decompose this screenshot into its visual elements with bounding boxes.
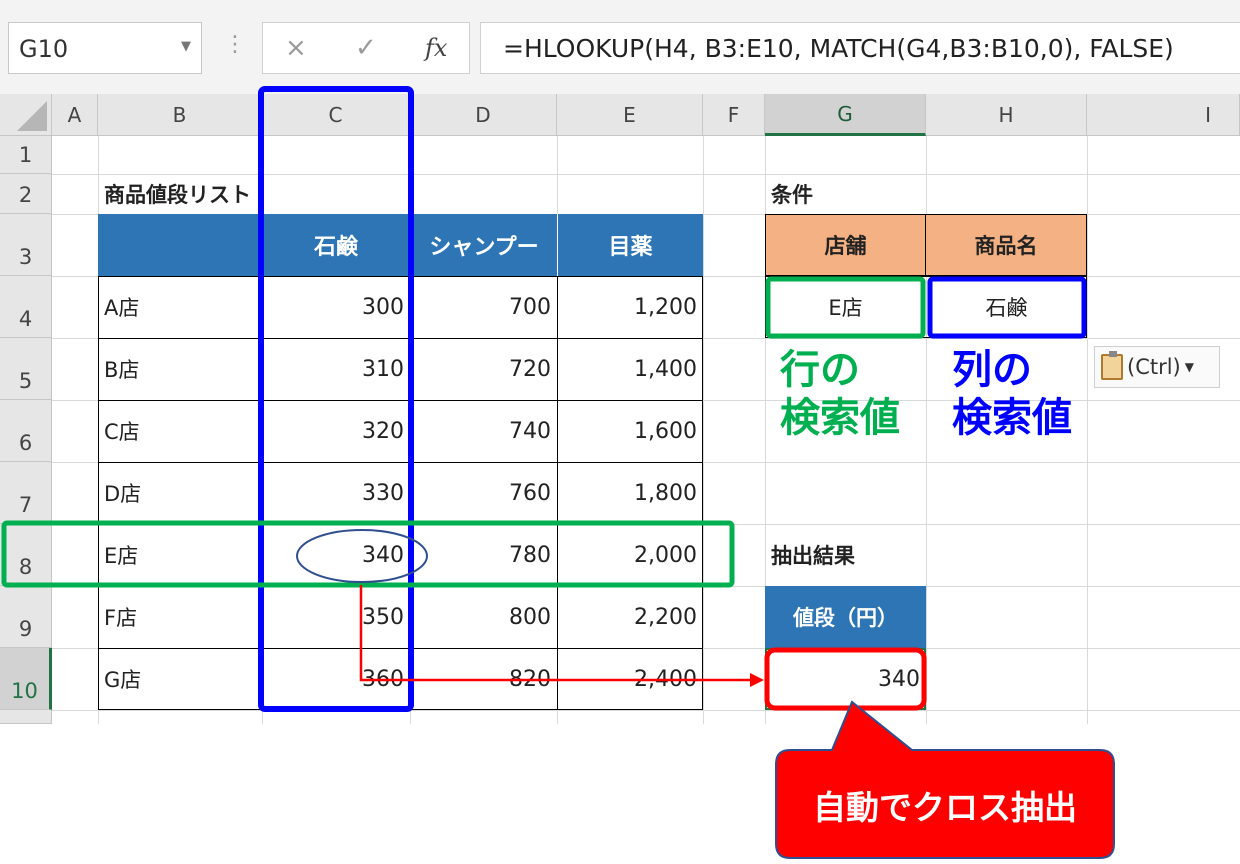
callout-bubble [775,700,1115,859]
column-highlight-box [258,86,414,712]
product-condition-box [927,276,1087,339]
result-arrow-head [750,673,764,687]
annotation-overlay [1,86,1115,859]
intersection-ellipse [296,529,428,583]
result-arrow-line [359,585,752,682]
result-highlight-box [764,647,927,711]
store-condition-box [765,276,926,339]
row-highlight-box [1,520,735,588]
